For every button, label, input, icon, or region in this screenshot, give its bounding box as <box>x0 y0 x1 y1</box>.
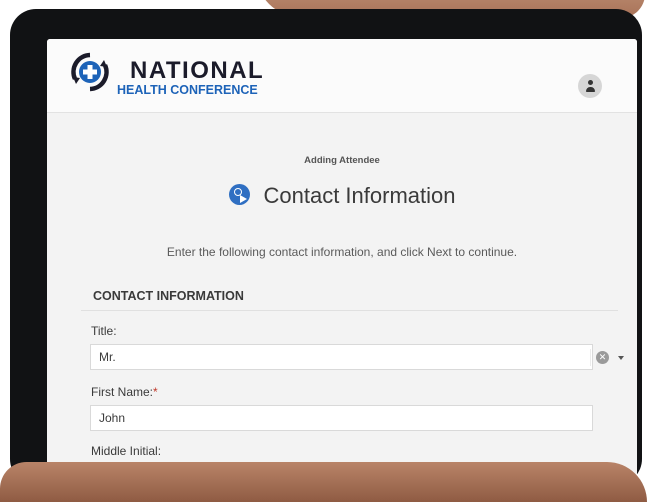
logo-subtitle: HEALTH CONFERENCE <box>117 83 258 97</box>
section-title: CONTACT INFORMATION <box>93 289 244 303</box>
intro-text: Enter the following contact information,… <box>166 245 518 259</box>
tablet-frame: NATIONAL HEALTH CONFERENCE Adding Attend… <box>10 9 642 485</box>
page-subtitle: Adding Attendee <box>304 155 380 166</box>
title-select[interactable]: Mr. ✕ <box>90 344 624 370</box>
first-name-label: First Name:* <box>91 385 158 399</box>
page-title: Contact Information <box>47 183 637 209</box>
finger-bottom <box>0 462 647 502</box>
section-divider <box>81 310 618 311</box>
user-icon <box>588 80 593 85</box>
page-title-text: Contact Information <box>263 183 456 208</box>
title-select-value: Mr. <box>99 350 116 364</box>
first-name-value: John <box>99 411 126 425</box>
logo-title: NATIONAL <box>130 57 265 84</box>
middle-initial-label: Middle Initial: <box>91 444 162 458</box>
clear-icon[interactable]: ✕ <box>596 351 609 364</box>
app-header: NATIONAL HEALTH CONFERENCE <box>47 39 637 113</box>
required-marker: * <box>153 385 158 399</box>
title-label: Title: <box>91 324 117 338</box>
contact-icon <box>228 184 250 205</box>
screen: NATIONAL HEALTH CONFERENCE Adding Attend… <box>47 39 637 479</box>
user-menu-button[interactable] <box>578 74 602 98</box>
health-cross-logo-icon[interactable] <box>69 51 111 93</box>
first-name-label-text: First Name: <box>91 385 154 399</box>
chevron-down-icon[interactable] <box>618 356 624 360</box>
first-name-field[interactable]: John <box>90 405 593 431</box>
